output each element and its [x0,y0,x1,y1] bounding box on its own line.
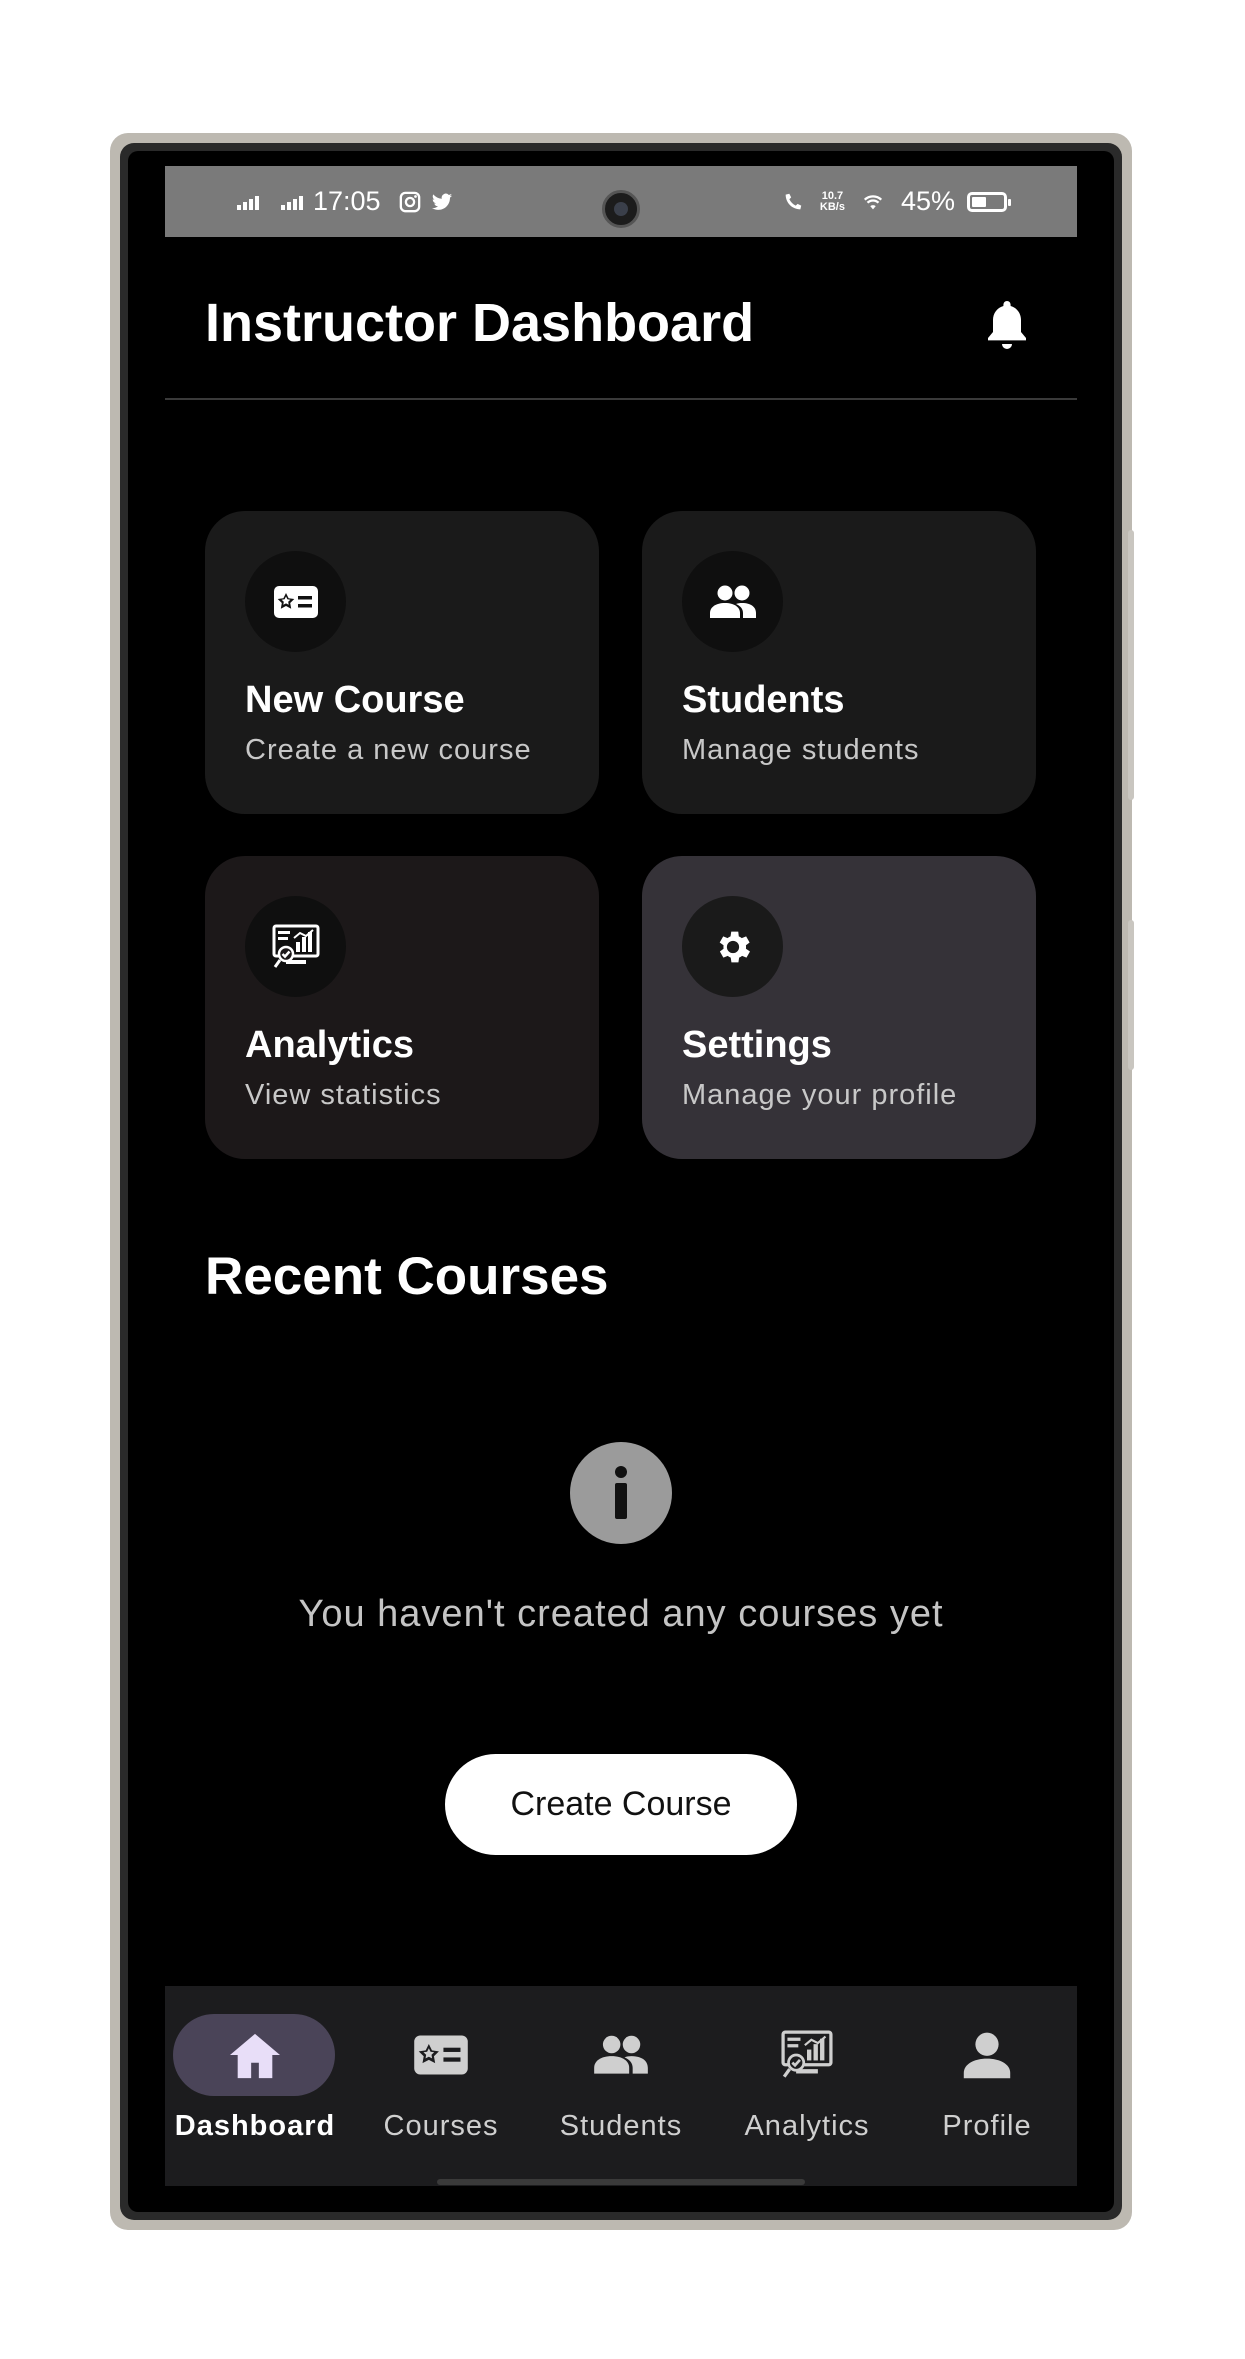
person-icon [963,2032,1011,2079]
students-card[interactable]: Students Manage students [642,511,1036,814]
signal-icon [237,194,259,210]
nav-label: Courses [383,2110,499,2142]
nav-item-dashboard[interactable]: Dashboard [165,2014,345,2154]
net-speed-unit: KB/s [819,200,845,213]
nav-label: Analytics [744,2110,870,2142]
section-title: Recent Courses [205,1247,609,1306]
info-icon [570,1442,672,1544]
card-title: Students [682,679,845,721]
analytics-icon [245,896,346,997]
front-camera [602,190,640,228]
wifi-call-icon [785,193,802,209]
nav-label: Dashboard [174,2110,336,2142]
card-subtitle: Manage students [682,734,920,766]
home-icon [230,2033,280,2079]
empty-state-message: You haven't created any courses yet [298,1593,944,1635]
status-time: 17:05 [313,186,381,216]
side-button [1128,530,1134,800]
page-title: Instructor Dashboard [205,293,755,353]
battery-icon [967,191,1011,212]
card-title: New Course [245,679,465,721]
new-course-card[interactable]: New Course Create a new course [205,511,599,814]
students-icon [682,551,783,652]
settings-card[interactable]: Settings Manage your profile [642,856,1036,1159]
bell-icon[interactable] [982,297,1032,353]
screen: 17:05 10.7 KB/s 45% Instructor Dashboard … [165,166,1077,2186]
side-button [1128,920,1134,1070]
home-indicator [437,2179,805,2185]
nav-item-profile[interactable]: Profile [897,2014,1077,2154]
card-subtitle: Manage your profile [682,1079,958,1111]
nav-label: Profile [942,2110,1032,2142]
status-bar: 17:05 10.7 KB/s 45% [165,166,1077,237]
instagram-icon [399,191,420,212]
net-speed: 10.7 KB/s [819,190,845,213]
twitter-icon [431,193,452,210]
wifi-icon [863,194,882,209]
card-title: Analytics [245,1024,414,1066]
students-icon [594,2035,648,2074]
nav-item-analytics[interactable]: Analytics [717,2014,897,2154]
nav-item-courses[interactable]: Courses [351,2014,531,2154]
card-subtitle: View statistics [245,1079,442,1111]
analytics-icon [781,2030,833,2078]
course-card-icon [414,2035,468,2075]
bottom-nav: Dashboard Courses Students Analytics Pro… [165,1986,1077,2186]
card-title: Settings [682,1024,832,1066]
app-bar: Instructor Dashboard [165,237,1077,400]
course-card-icon [245,551,346,652]
nav-item-students[interactable]: Students [531,2014,711,2154]
create-course-button[interactable]: Create Course [445,1754,797,1855]
nav-label: Students [559,2110,683,2142]
battery-percent: 45% [900,186,955,216]
analytics-card[interactable]: Analytics View statistics [205,856,599,1159]
signal-icon [281,194,303,210]
gear-icon [682,896,783,997]
card-subtitle: Create a new course [245,734,532,766]
